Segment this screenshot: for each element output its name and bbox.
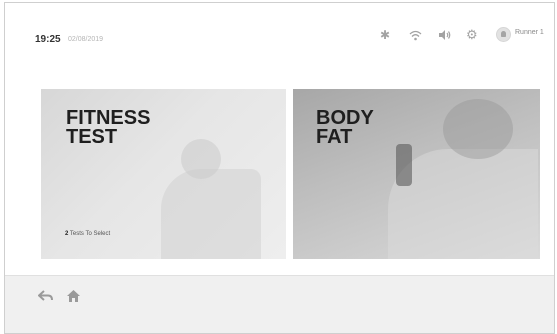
home-icon-graphic — [67, 290, 80, 302]
clock-date: 02/08/2019 — [68, 36, 104, 43]
runner-body-image — [161, 169, 261, 259]
device-screen: 19:25 02/08/2019 ✱ ⚙ Runner 1 FITNESS TE… — [4, 2, 555, 334]
card-title: BODY FAT — [316, 108, 374, 148]
card-title-line2: TEST — [66, 126, 118, 148]
wifi-icon[interactable] — [409, 30, 422, 44]
water-bottle-image — [396, 144, 412, 186]
status-bar: 19:25 02/08/2019 ✱ ⚙ Runner 1 — [5, 3, 554, 47]
volume-icon-graphic — [439, 30, 451, 40]
tests-label: Tests To Select — [69, 231, 111, 237]
volume-icon[interactable] — [438, 29, 452, 44]
clock-time: 19:25 — [35, 34, 61, 45]
user-name: Runner 1 — [515, 29, 544, 36]
tests-count-text: 2 Tests To Select — [65, 231, 110, 237]
card-title: FITNESS TEST — [66, 108, 150, 148]
bottom-nav-bar — [5, 275, 554, 333]
wifi-icon-graphic — [409, 30, 422, 41]
back-arrow-icon[interactable] — [38, 289, 54, 306]
athlete-head-image — [443, 99, 513, 159]
body-fat-card[interactable]: BODY FAT — [293, 89, 540, 259]
gear-icon[interactable]: ⚙ — [466, 28, 478, 41]
user-avatar-icon — [496, 27, 511, 42]
bluetooth-icon[interactable]: ✱ — [380, 29, 390, 41]
tests-count: 2 — [65, 231, 69, 237]
fitness-test-card[interactable]: FITNESS TEST 2 Tests To Select — [41, 89, 286, 259]
home-icon[interactable] — [66, 289, 81, 306]
back-arrow-graphic — [38, 290, 53, 301]
card-title-line2: FAT — [316, 126, 353, 148]
user-profile-button[interactable]: Runner 1 — [496, 27, 554, 42]
